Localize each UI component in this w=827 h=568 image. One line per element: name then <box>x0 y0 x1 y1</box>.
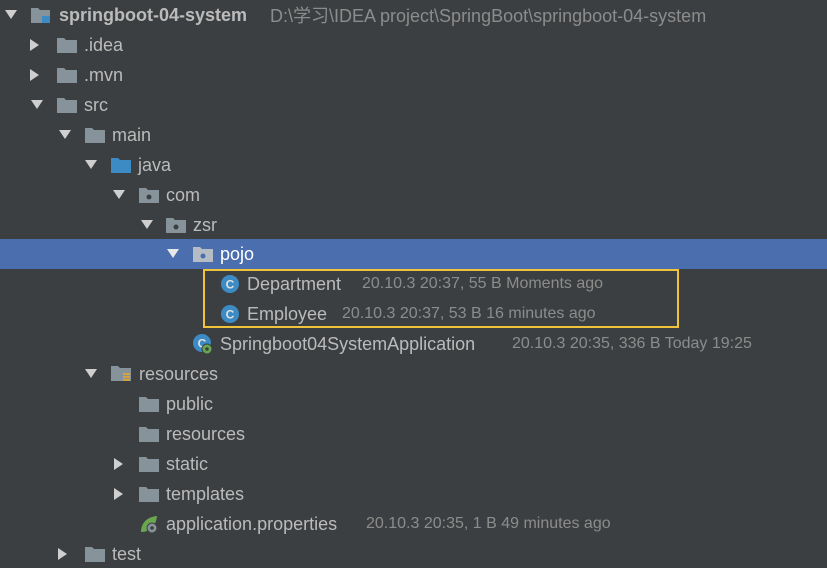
folder-icon <box>56 34 78 56</box>
folder-label: static <box>166 453 209 474</box>
folder-icon <box>138 423 160 445</box>
chevron-right-icon[interactable] <box>28 38 42 52</box>
tree-row-public[interactable]: public <box>0 389 827 419</box>
folder-icon <box>56 94 78 116</box>
tree-row-resources-sub[interactable]: resources <box>0 419 827 449</box>
chevron-right-icon[interactable] <box>112 457 126 471</box>
folder-icon <box>84 124 106 146</box>
tree-row-templates[interactable]: templates <box>0 479 827 509</box>
chevron-down-icon[interactable] <box>4 8 18 22</box>
package-icon <box>192 243 214 265</box>
tree-row-department[interactable]: C Department 20.10.3 20:37, 55 B Moments… <box>0 269 827 299</box>
tree-row-root[interactable]: springboot-04-system D:\学习\IDEA project\… <box>0 0 827 30</box>
folder-label: .idea <box>84 34 124 55</box>
folder-label: public <box>166 393 214 414</box>
class-label: Springboot04SystemApplication <box>220 333 476 354</box>
folder-icon <box>138 393 160 415</box>
tree-row-pojo[interactable]: pojo <box>0 239 827 269</box>
folder-label: templates <box>166 483 245 504</box>
chevron-right-icon[interactable] <box>28 68 42 82</box>
class-icon: C <box>219 303 241 325</box>
chevron-right-icon[interactable] <box>112 487 126 501</box>
chevron-down-icon[interactable] <box>84 367 98 381</box>
chevron-down-icon[interactable] <box>84 158 98 172</box>
file-label: application.properties <box>166 513 338 534</box>
svg-text:C: C <box>226 278 235 292</box>
tree-row-src[interactable]: src <box>0 90 827 120</box>
folder-icon <box>138 483 160 505</box>
resources-folder-icon <box>110 363 132 385</box>
tree-row-application-properties[interactable]: application.properties 20.10.3 20:35, 1 … <box>0 509 827 539</box>
folder-icon <box>138 453 160 475</box>
tree-row-java[interactable]: java <box>0 150 827 180</box>
package-label: zsr <box>193 214 217 235</box>
folder-label: .mvn <box>84 64 124 85</box>
folder-label: resources <box>139 363 219 384</box>
package-label: com <box>166 184 201 205</box>
file-meta: 20.10.3 20:35, 1 B 49 minutes ago <box>366 515 611 532</box>
chevron-right-icon[interactable] <box>56 547 70 561</box>
class-label: Employee <box>247 303 328 324</box>
chevron-down-icon[interactable] <box>112 188 126 202</box>
tree-row-zsr[interactable]: zsr <box>0 210 827 240</box>
class-label: Department <box>247 273 342 294</box>
tree-row-test[interactable]: test <box>0 539 827 568</box>
folder-label: test <box>112 543 142 564</box>
tree-row-resources-root[interactable]: resources <box>0 359 827 389</box>
package-icon <box>165 214 187 236</box>
chevron-down-icon[interactable] <box>30 98 44 112</box>
spring-boot-class-icon: C <box>192 333 214 355</box>
spring-properties-icon <box>138 513 160 535</box>
tree-row-application-class[interactable]: C Springboot04SystemApplication 20.10.3 … <box>0 329 827 359</box>
project-name: springboot-04-system <box>59 4 248 25</box>
folder-label: src <box>84 94 108 115</box>
package-icon <box>138 184 160 206</box>
folder-label: java <box>138 154 172 175</box>
tree-row-com[interactable]: com <box>0 180 827 210</box>
class-icon: C <box>219 273 241 295</box>
folder-label: main <box>112 124 152 145</box>
folder-label: resources <box>166 423 246 444</box>
project-tree: springboot-04-system D:\学习\IDEA project\… <box>0 0 827 568</box>
tree-row-static[interactable]: static <box>0 449 827 479</box>
package-label: pojo <box>220 243 255 264</box>
tree-row-mvn[interactable]: .mvn <box>0 60 827 90</box>
svg-text:C: C <box>226 308 235 322</box>
tree-row-employee[interactable]: C Employee 20.10.3 20:37, 53 B 16 minute… <box>0 299 827 329</box>
chevron-down-icon[interactable] <box>166 247 180 261</box>
folder-icon <box>56 64 78 86</box>
file-meta: 20.10.3 20:37, 53 B 16 minutes ago <box>342 305 596 322</box>
chevron-down-icon[interactable] <box>58 128 72 142</box>
project-path: D:\学习\IDEA project\SpringBoot\springboot… <box>270 6 707 26</box>
module-icon <box>30 4 52 26</box>
file-meta: 20.10.3 20:35, 336 B Today 19:25 <box>512 335 752 352</box>
tree-row-idea[interactable]: .idea <box>0 30 827 60</box>
folder-icon <box>84 543 106 565</box>
file-meta: 20.10.3 20:37, 55 B Moments ago <box>362 275 604 292</box>
source-folder-icon <box>110 154 132 176</box>
chevron-down-icon[interactable] <box>140 218 154 232</box>
tree-row-main[interactable]: main <box>0 120 827 150</box>
